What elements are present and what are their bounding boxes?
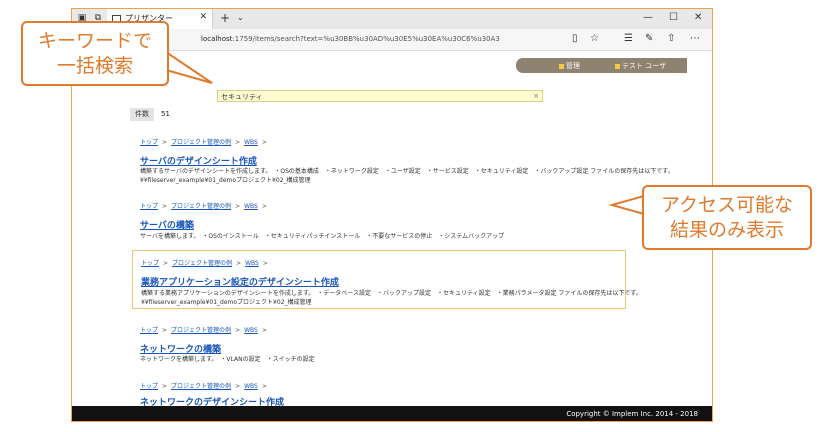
keyword-search-callout: キーワードで 一括検索 bbox=[21, 21, 169, 86]
access-callout-tail bbox=[608, 194, 645, 216]
keyword-callout-tail bbox=[165, 50, 213, 84]
accessible-results-callout: アクセス可能な 結果のみ表示 bbox=[642, 185, 812, 250]
